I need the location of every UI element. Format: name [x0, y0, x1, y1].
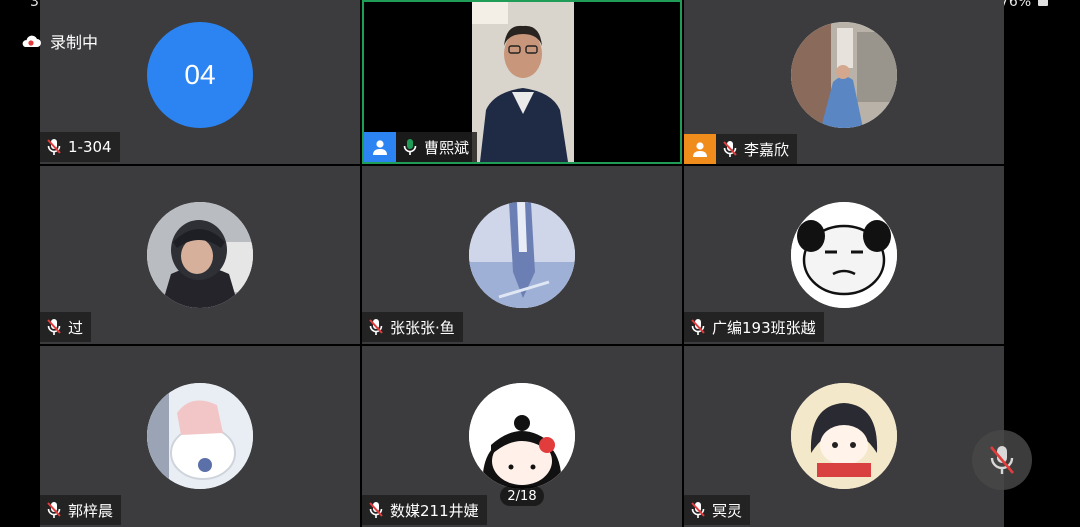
participant-tile[interactable]: 广编193班张越 — [684, 166, 1004, 344]
mic-muted-icon — [46, 318, 62, 336]
name-tag: 冥灵 — [684, 495, 751, 525]
participant-tile-1-304[interactable]: 04 1-304 — [40, 0, 360, 164]
participant-name: 数媒211井婕 — [390, 501, 479, 520]
mic-off-icon — [990, 446, 1014, 474]
name-tag: 数媒211井婕 — [362, 495, 487, 525]
participant-name: 曹熙斌 — [424, 138, 470, 157]
participant-name: 张张张·鱼 — [390, 318, 455, 337]
avatar — [469, 383, 575, 489]
name-tag: 张张张·鱼 — [362, 312, 463, 342]
participant-tile-host[interactable]: 曹熙斌 — [362, 0, 682, 164]
participant-name: 郭梓晨 — [68, 501, 114, 520]
avatar — [791, 22, 897, 128]
name-tag: 过 — [40, 312, 92, 342]
battery-icon — [1038, 0, 1048, 6]
name-tag: 广编193班张越 — [684, 312, 824, 342]
mute-toggle-button[interactable] — [972, 430, 1032, 490]
name-tag: 1-304 — [40, 132, 120, 162]
host-badge — [364, 132, 396, 162]
name-tag: 曹熙斌 — [364, 132, 478, 162]
battery-level: 76% — [1000, 0, 1032, 10]
mic-muted-icon — [690, 501, 706, 519]
mic-muted-icon — [368, 318, 384, 336]
mic-muted-icon — [46, 138, 62, 156]
participant-name: 1-304 — [68, 138, 112, 156]
avatar — [791, 383, 897, 489]
participant-tile[interactable]: 过 — [40, 166, 360, 344]
mic-muted-icon — [722, 140, 738, 158]
cohost-badge — [684, 134, 716, 164]
person-icon — [373, 140, 387, 155]
participant-tile-cohost[interactable]: 李嘉欣 — [684, 0, 1004, 164]
avatar: 04 — [147, 22, 253, 128]
recording-label: 录制中 — [50, 33, 99, 52]
participant-name: 李嘉欣 — [744, 140, 790, 159]
avatar — [791, 202, 897, 308]
participant-name: 过 — [68, 318, 84, 337]
mic-muted-icon — [368, 501, 384, 519]
recording-indicator[interactable]: 录制中 — [20, 29, 98, 53]
participant-tile[interactable]: 郭梓晨 — [40, 346, 360, 527]
avatar — [469, 202, 575, 308]
avatar — [147, 202, 253, 308]
participant-tile[interactable]: 冥灵 — [684, 346, 1004, 527]
participant-tile[interactable]: 张张张·鱼 — [362, 166, 682, 344]
name-tag: 李嘉欣 — [684, 134, 798, 164]
page-indicator: 2/18 — [500, 486, 544, 506]
mic-muted-icon — [690, 318, 706, 336]
cloud-icon — [22, 35, 41, 47]
participant-name: 冥灵 — [712, 501, 743, 520]
video-feed — [472, 2, 574, 162]
name-tag: 郭梓晨 — [40, 495, 122, 525]
mic-icon — [402, 138, 418, 156]
participant-name: 广编193班张越 — [712, 318, 816, 337]
person-icon — [693, 142, 707, 157]
mic-muted-icon — [46, 501, 62, 519]
avatar — [147, 383, 253, 489]
